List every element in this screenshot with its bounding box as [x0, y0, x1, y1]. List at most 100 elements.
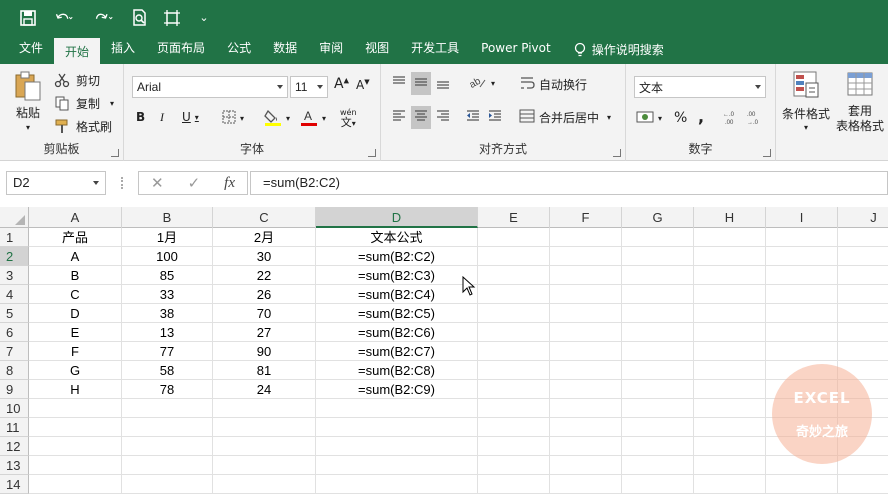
row-header-6[interactable]: 6 — [0, 323, 29, 342]
cell-j14[interactable] — [838, 475, 888, 494]
name-box[interactable]: D2 — [6, 171, 106, 195]
cell-c1[interactable]: 2月 — [213, 228, 316, 247]
italic-button[interactable]: I — [160, 110, 164, 125]
cell-e11[interactable] — [478, 418, 550, 437]
cell-f7[interactable] — [550, 342, 622, 361]
cell-d14[interactable] — [316, 475, 478, 494]
cell-f4[interactable] — [550, 285, 622, 304]
cell-e5[interactable] — [478, 304, 550, 323]
insert-function-icon[interactable]: fx — [224, 175, 235, 192]
cell-f9[interactable] — [550, 380, 622, 399]
cell-g9[interactable] — [622, 380, 694, 399]
row-header-7[interactable]: 7 — [0, 342, 29, 361]
column-header-i[interactable]: I — [766, 207, 838, 228]
cell-j13[interactable] — [838, 456, 888, 475]
cell-a1[interactable]: 产品 — [29, 228, 122, 247]
clipboard-launcher-icon[interactable] — [111, 149, 119, 157]
conditional-formatting-button[interactable]: 条件格式 ▾ — [782, 70, 830, 132]
cell-a5[interactable]: D — [29, 304, 122, 323]
cancel-icon[interactable]: ✕ — [151, 174, 164, 192]
row-header-8[interactable]: 8 — [0, 361, 29, 380]
cell-f3[interactable] — [550, 266, 622, 285]
cell-i14[interactable] — [766, 475, 838, 494]
cell-b12[interactable] — [122, 437, 213, 456]
cell-c7[interactable]: 90 — [213, 342, 316, 361]
row-header-11[interactable]: 11 — [0, 418, 29, 437]
font-size-select[interactable]: 11 — [290, 76, 328, 98]
cell-a2[interactable]: A — [29, 247, 122, 266]
tab-review[interactable]: 审阅 — [308, 35, 354, 64]
cell-b13[interactable] — [122, 456, 213, 475]
cell-f10[interactable] — [550, 399, 622, 418]
borders-button[interactable]: ▾ — [222, 110, 244, 127]
column-header-b[interactable]: B — [122, 207, 213, 228]
tab-insert[interactable]: 插入 — [100, 35, 146, 64]
row-header-13[interactable]: 13 — [0, 456, 29, 475]
screenshot-icon[interactable] — [158, 5, 186, 31]
cell-f5[interactable] — [550, 304, 622, 323]
cell-c8[interactable]: 81 — [213, 361, 316, 380]
cell-f8[interactable] — [550, 361, 622, 380]
cell-h5[interactable] — [694, 304, 766, 323]
cell-a9[interactable]: H — [29, 380, 122, 399]
cell-b11[interactable] — [122, 418, 213, 437]
fill-color-button[interactable]: ▾ — [264, 108, 290, 129]
cell-g14[interactable] — [622, 475, 694, 494]
format-painter-button[interactable]: 格式刷 — [52, 116, 112, 136]
cell-e2[interactable] — [478, 247, 550, 266]
cell-i4[interactable] — [766, 285, 838, 304]
cell-c11[interactable] — [213, 418, 316, 437]
row-header-4[interactable]: 4 — [0, 285, 29, 304]
decrease-decimal-button[interactable]: .00 →.0 — [746, 110, 764, 129]
cell-c5[interactable]: 70 — [213, 304, 316, 323]
tell-me-search[interactable]: 操作说明搜索 — [562, 35, 675, 64]
print-preview-icon[interactable] — [126, 5, 154, 31]
cell-e9[interactable] — [478, 380, 550, 399]
column-header-a[interactable]: A — [29, 207, 122, 228]
cell-b8[interactable]: 58 — [122, 361, 213, 380]
column-header-d[interactable]: D — [316, 207, 478, 228]
tab-developer[interactable]: 开发工具 — [400, 35, 470, 64]
cell-d5[interactable]: =sum(B2:C5) — [316, 304, 478, 323]
redo-icon[interactable] — [86, 5, 122, 31]
cell-j2[interactable] — [838, 247, 888, 266]
row-header-9[interactable]: 9 — [0, 380, 29, 399]
cell-d11[interactable] — [316, 418, 478, 437]
cell-h14[interactable] — [694, 475, 766, 494]
paste-button[interactable]: 粘贴 ▾ — [12, 70, 44, 132]
cell-b4[interactable]: 33 — [122, 285, 213, 304]
cell-a7[interactable]: F — [29, 342, 122, 361]
column-header-e[interactable]: E — [478, 207, 550, 228]
tab-view[interactable]: 视图 — [354, 35, 400, 64]
cell-f13[interactable] — [550, 456, 622, 475]
row-header-12[interactable]: 12 — [0, 437, 29, 456]
align-right-button[interactable] — [435, 108, 451, 127]
copy-button[interactable]: 复制 ▾ — [52, 93, 114, 113]
cell-d8[interactable]: =sum(B2:C8) — [316, 361, 478, 380]
cell-g6[interactable] — [622, 323, 694, 342]
increase-decimal-button[interactable]: ←.0.00 — [722, 110, 740, 129]
cell-e12[interactable] — [478, 437, 550, 456]
cell-c3[interactable]: 22 — [213, 266, 316, 285]
cell-i7[interactable] — [766, 342, 838, 361]
cell-d12[interactable] — [316, 437, 478, 456]
cell-j6[interactable] — [838, 323, 888, 342]
accounting-format-button[interactable]: ▾ — [636, 110, 662, 127]
orientation-button[interactable]: ab ▾ — [468, 74, 495, 93]
align-center-button[interactable] — [411, 106, 431, 129]
column-header-g[interactable]: G — [622, 207, 694, 228]
merge-center-button[interactable]: 合并后居中 ▾ — [519, 108, 611, 127]
tab-home[interactable]: 开始 — [54, 38, 101, 64]
row-header-2[interactable]: 2 — [0, 247, 29, 266]
font-color-button[interactable]: A ▾ — [300, 108, 326, 129]
increase-indent-button[interactable] — [487, 108, 503, 127]
cell-f1[interactable] — [550, 228, 622, 247]
cell-b14[interactable] — [122, 475, 213, 494]
cell-d7[interactable]: =sum(B2:C7) — [316, 342, 478, 361]
cell-c14[interactable] — [213, 475, 316, 494]
cell-e4[interactable] — [478, 285, 550, 304]
customize-qat-icon[interactable]: ⌄ — [190, 5, 218, 31]
cell-f11[interactable] — [550, 418, 622, 437]
increase-font-button[interactable]: A▲ — [334, 76, 349, 92]
cell-e10[interactable] — [478, 399, 550, 418]
